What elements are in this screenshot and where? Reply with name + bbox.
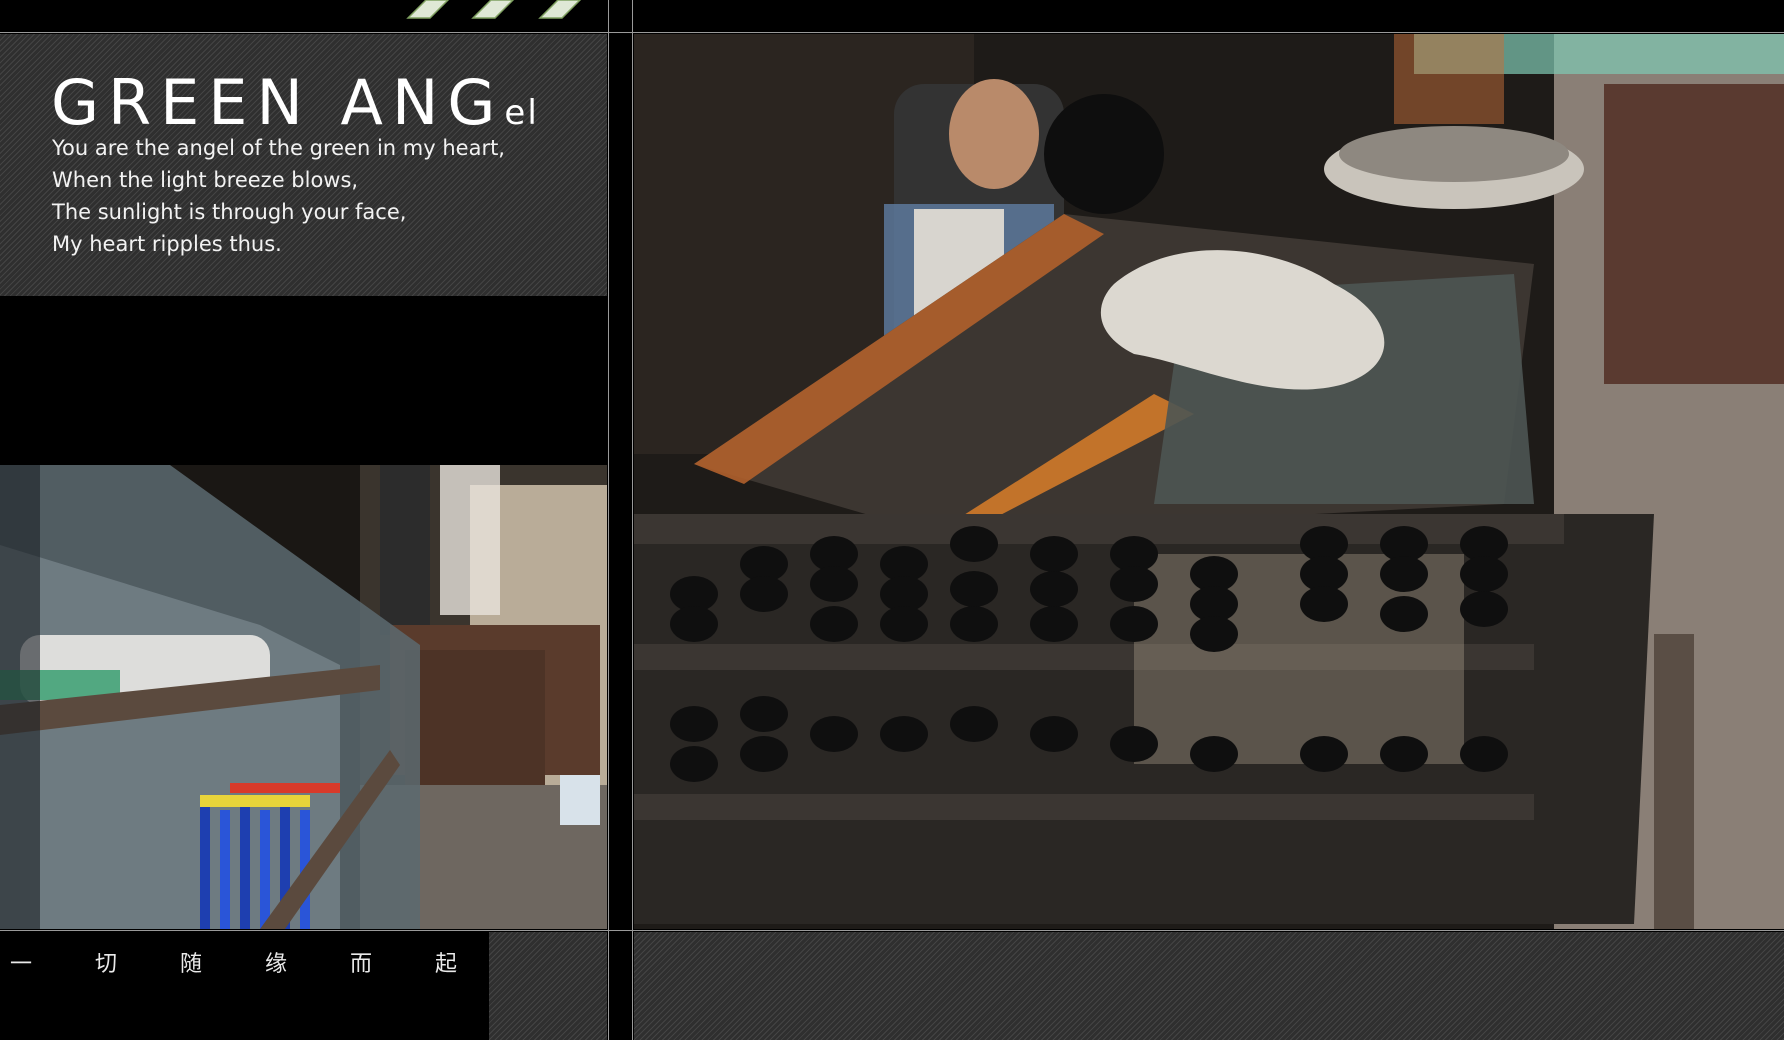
decorative-arrows	[406, 0, 582, 19]
frame-line-bottom	[0, 930, 1784, 931]
shop-interior-photo	[0, 465, 607, 929]
striped-panel-bottom-left	[489, 932, 607, 1040]
poem-line: My heart ripples thus.	[52, 232, 282, 256]
poem: You are the angel of the green in my hea…	[52, 132, 505, 260]
poem-line: You are the angel of the green in my hea…	[52, 136, 505, 160]
title-suffix: el	[504, 93, 539, 133]
frame-line-right-divider	[632, 0, 633, 1040]
poem-line: The sunlight is through your face,	[52, 200, 407, 224]
frame-line-left-divider	[608, 0, 609, 1040]
frame-line-top	[0, 32, 1784, 33]
abacus-photo	[634, 34, 1784, 929]
title-panel: GREEN ANGel You are the angel of the gre…	[0, 34, 607, 296]
caption-panel: 一 切 随 缘 而 起 . . . . . . .	[0, 932, 947, 1040]
poem-line: When the light breeze blows,	[52, 168, 359, 192]
striped-panel-bottom-right	[634, 932, 1784, 1040]
page-title: GREEN ANGel	[51, 72, 539, 134]
title-main: GREEN ANG	[51, 66, 505, 139]
